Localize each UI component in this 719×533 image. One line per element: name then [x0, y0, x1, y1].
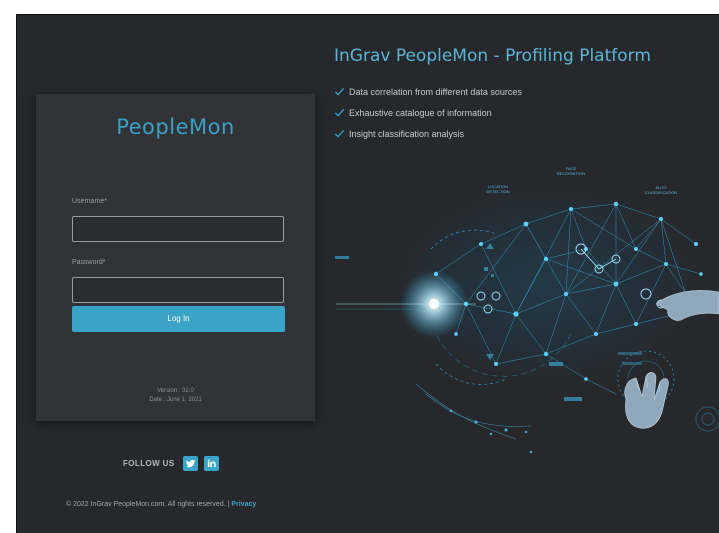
follow-us-label: FOLLOW US	[123, 458, 175, 468]
twitter-icon[interactable]	[182, 455, 198, 471]
feature-text: Insight classification analysis	[349, 128, 465, 139]
login-screen: PeopleMon Username* Password* Log In Ver…	[16, 14, 719, 533]
feature-list: Data correlation from different data sou…	[334, 81, 522, 144]
login-button[interactable]: Log In	[72, 306, 285, 332]
date-text: Date : June 1, 2021	[149, 397, 202, 403]
peoplemon-logo: PeopleMon	[116, 115, 235, 139]
checkmark-icon	[334, 129, 345, 138]
feature-text: Data correlation from different data sou…	[349, 86, 522, 97]
privacy-link[interactable]: Privacy	[231, 501, 256, 508]
feature-item: Insight classification analysis	[334, 123, 522, 144]
password-label: Password*	[72, 259, 106, 266]
feature-item: Data correlation from different data sou…	[334, 81, 522, 102]
copyright-text: © 2022 InGrav PeopleMon.com, All rights …	[66, 501, 232, 508]
feature-text: Exhaustive catalogue of information	[349, 107, 492, 118]
linkedin-icon[interactable]	[203, 455, 219, 471]
checkmark-icon	[334, 108, 345, 117]
username-label: Username*	[72, 198, 108, 205]
follow-us: FOLLOW US	[123, 454, 219, 472]
feature-item: Exhaustive catalogue of information	[334, 102, 522, 123]
username-input[interactable]	[72, 216, 284, 242]
login-card: PeopleMon Username* Password* Log In Ver…	[36, 94, 315, 421]
checkmark-icon	[334, 87, 345, 96]
password-input[interactable]	[72, 277, 284, 303]
platform-title: InGrav PeopleMon - Profiling Platform	[334, 46, 651, 66]
footer: © 2022 InGrav PeopleMon.com, All rights …	[66, 501, 256, 508]
ai-network-illustration	[335, 174, 719, 454]
version-text: Version : 32.0	[157, 388, 194, 394]
version-info: Version : 32.0 Date : June 1, 2021	[36, 387, 315, 405]
